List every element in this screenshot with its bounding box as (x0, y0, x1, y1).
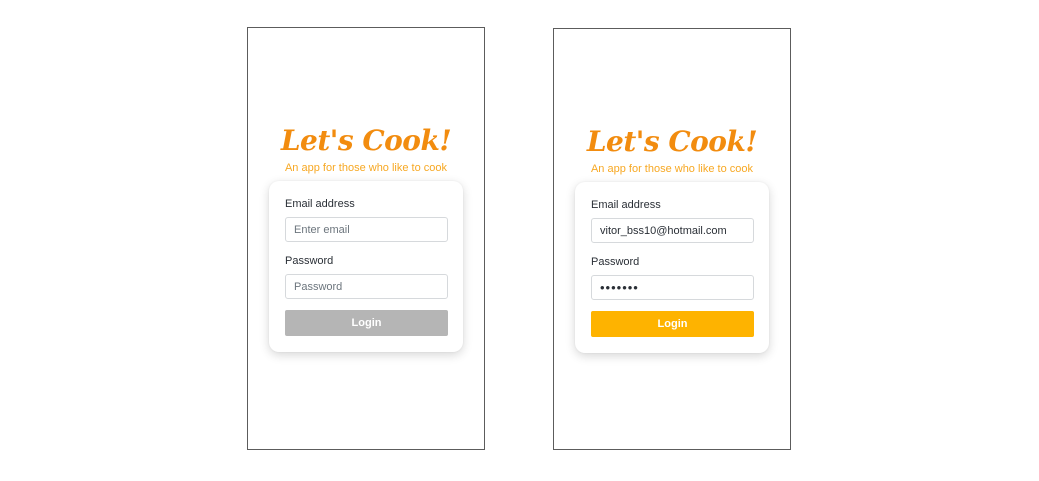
login-card: Email address Password Login (269, 181, 463, 352)
login-screen-empty: Let's Cook! An app for those who like to… (247, 27, 485, 450)
password-input[interactable] (591, 275, 754, 300)
email-label: Email address (285, 198, 355, 210)
password-label: Password (591, 256, 640, 268)
password-input[interactable] (285, 274, 448, 299)
login-button[interactable]: Login (591, 311, 754, 337)
app-subtitle: An app for those who like to cook (590, 163, 754, 175)
app-title: Let's Cook! (586, 125, 758, 158)
login-screen-filled: Let's Cook! An app for those who like to… (553, 28, 791, 450)
app-subtitle: An app for those who like to cook (284, 162, 448, 174)
login-card: Email address Password Login (575, 182, 769, 353)
app-title: Let's Cook! (280, 124, 452, 157)
email-input[interactable] (591, 218, 754, 243)
password-label: Password (285, 255, 334, 267)
email-label: Email address (591, 199, 661, 211)
login-button[interactable]: Login (285, 310, 448, 336)
email-input[interactable] (285, 217, 448, 242)
